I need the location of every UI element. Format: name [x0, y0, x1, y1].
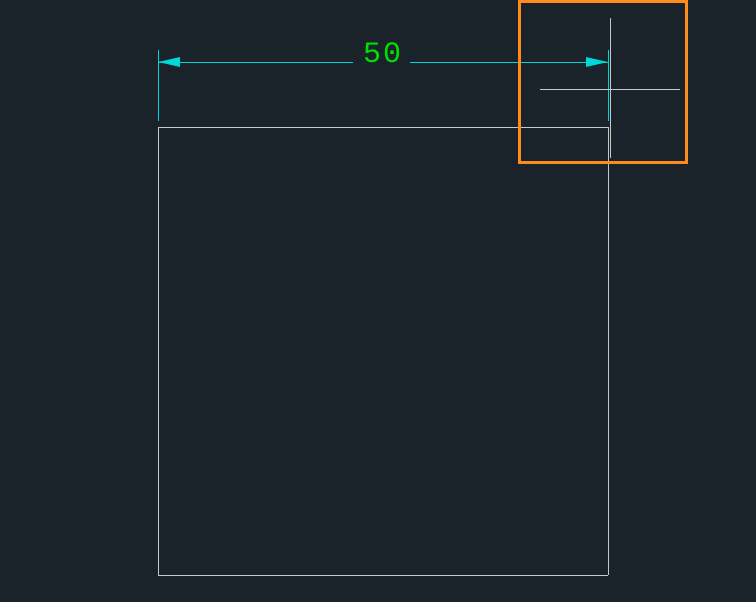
rect-bottom-edge[interactable] — [158, 575, 608, 576]
dim-line-left-seg[interactable] — [158, 62, 353, 63]
selection-box[interactable] — [518, 0, 688, 164]
rect-left-edge[interactable] — [158, 127, 159, 575]
rect-right-edge[interactable] — [608, 127, 609, 575]
cad-canvas[interactable]: 50 — [0, 0, 756, 602]
dim-arrow-left — [158, 57, 180, 67]
dim-value-text[interactable]: 50 — [353, 38, 413, 72]
